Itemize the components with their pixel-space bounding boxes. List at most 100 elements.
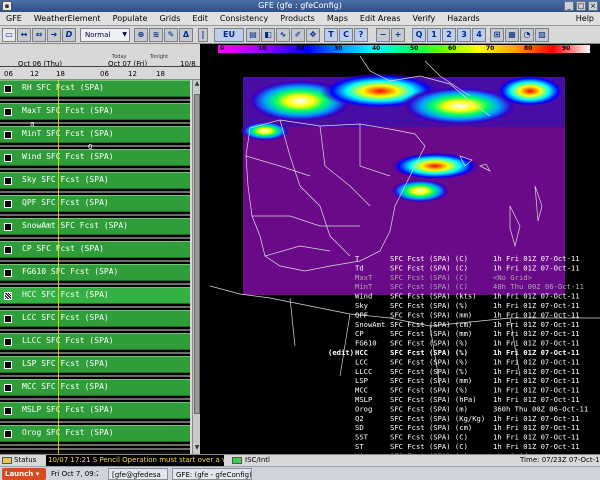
legend-element-name[interactable]: MCC	[355, 386, 368, 395]
legend-element-name[interactable]: MSLP	[355, 395, 372, 404]
task-gfe[interactable]: GFE: (gfe - gfeConfig)	[172, 468, 252, 480]
legend-element-time[interactable]: 1h Fri 01Z 07-Oct-11	[493, 301, 580, 310]
q-button[interactable]: Q	[412, 28, 426, 42]
element-checkbox[interactable]	[4, 223, 12, 231]
legend-element-name[interactable]: Sky	[355, 301, 369, 310]
element-checkbox[interactable]	[4, 384, 12, 392]
layout-3-button[interactable]: 3	[457, 28, 471, 42]
legend-element-desc[interactable]: SFC Fcst (SPA) (m)	[390, 404, 468, 413]
legend-element-name[interactable]: T	[355, 254, 360, 263]
element-checkbox[interactable]	[4, 407, 12, 415]
contour-tool-icon[interactable]: ≋	[149, 28, 163, 42]
legend-element-time[interactable]: 1h Fri 01Z 07-Oct-11	[493, 442, 580, 451]
menu-grids[interactable]: Grids	[153, 14, 186, 23]
layout-2-button[interactable]: 2	[442, 28, 456, 42]
menu-verify[interactable]: Verify	[407, 14, 442, 23]
legend-element-time[interactable]: 1h Fri 01Z 07-Oct-11	[493, 292, 580, 301]
eu-button[interactable]: EU	[214, 28, 244, 42]
element-checkbox[interactable]	[4, 131, 12, 139]
legend-element-name[interactable]: FG610	[355, 339, 377, 348]
menu-products[interactable]: Products	[274, 14, 321, 23]
pan-tool-icon[interactable]: ↔	[17, 28, 31, 42]
legend-element-time[interactable]: 1h Fri 01Z 07-Oct-11	[493, 433, 580, 442]
legend-element-time[interactable]: 48h Thu 00Z 06-Oct-11	[493, 282, 584, 291]
legend-element-name[interactable]: MinT	[355, 282, 373, 291]
weather-element-row[interactable]: Orog SFC Fcst (SPA)	[0, 425, 190, 442]
legend-element-desc[interactable]: SFC Fcst (SPA) (C)	[390, 282, 468, 291]
legend-element-name[interactable]: LCC	[355, 357, 368, 366]
time-scale[interactable]: Today Tonight Oct 06 (Thu) Oct 07 (Fri) …	[0, 44, 200, 80]
legend-element-name[interactable]: QPF	[355, 310, 368, 319]
time-cursor[interactable]	[58, 80, 59, 454]
element-checkbox[interactable]	[4, 85, 12, 93]
grid-marker[interactable]: 0	[88, 143, 92, 151]
weather-element-row[interactable]: QPF SFC Fcst (SPA)	[0, 195, 190, 212]
menu-maps[interactable]: Maps	[321, 14, 354, 23]
pencil-tool-icon[interactable]: ✎	[164, 28, 178, 42]
legend-element-desc[interactable]: SFC Fcst (SPA) (%)	[390, 357, 468, 366]
element-checkbox[interactable]	[4, 361, 12, 369]
menu-edit-areas[interactable]: Edit Areas	[354, 14, 407, 23]
maximize-icon[interactable]: □	[576, 1, 586, 11]
weather-element-row[interactable]: MSLP SFC Fcst (SPA)	[0, 402, 190, 419]
weather-element-row[interactable]: MinT SFC Fcst (SPA)	[0, 126, 190, 143]
legend-element-name[interactable]: ST	[355, 442, 364, 451]
d-button[interactable]: D	[62, 28, 76, 42]
status-label[interactable]: Status	[14, 455, 36, 466]
c-button[interactable]: C	[339, 28, 353, 42]
legend-element-name[interactable]: HCC	[355, 348, 368, 357]
menu-gfe[interactable]: GFE	[0, 14, 28, 23]
menu-hazards[interactable]: Hazards	[441, 14, 485, 23]
legend-element-desc[interactable]: SFC Fcst (SPA) (kts)	[390, 292, 477, 301]
element-checkbox[interactable]	[4, 315, 12, 323]
legend-element-desc[interactable]: SFC Fcst (SPA) (mm)	[390, 310, 472, 319]
legend-element-desc[interactable]: SFC Fcst (SPA) (C)	[390, 273, 468, 282]
legend-element-time[interactable]: 1h Fri 01Z 07-Oct-11	[493, 254, 580, 263]
legend-element-desc[interactable]: SFC Fcst (SPA) (%)	[390, 367, 468, 376]
weather-element-row[interactable]: LCC SFC Fcst (SPA)	[0, 310, 190, 327]
legend-element-time[interactable]: 1h Fri 01Z 07-Oct-11	[493, 423, 580, 432]
legend-element-desc[interactable]: SFC Fcst (SPA) (C)	[390, 433, 468, 442]
legend-element-time[interactable]: 1h Fri 01Z 07-Oct-11	[493, 339, 580, 348]
scrollbar-thumb[interactable]	[194, 94, 200, 414]
legend-element-name[interactable]: SD	[355, 423, 364, 432]
color-bar[interactable]: 0 10 20 30 40 50 60 70 80 90	[210, 44, 600, 56]
legend-element-desc[interactable]: SFC Fcst (SPA) (%)	[390, 301, 468, 310]
legend-element-time[interactable]: 1h Fri 01Z 07-Oct-11	[493, 357, 580, 366]
legend-element-time[interactable]: 1h Fri 01Z 07-Oct-11	[493, 376, 580, 385]
legend-element-name[interactable]: LLCC	[355, 367, 372, 376]
element-list-scrollbar[interactable]: ▲ ▼	[192, 80, 200, 454]
legend-element-desc[interactable]: SFC Fcst (SPA) (C)	[390, 442, 468, 451]
menu-consistency[interactable]: Consistency	[214, 14, 274, 23]
legend-element-time[interactable]: <No Grid>	[493, 273, 533, 282]
legend-element-name[interactable]: Orog	[355, 404, 372, 413]
legend-element-desc[interactable]: SFC Fcst (SPA) (%)	[390, 339, 468, 348]
mode-select[interactable]: Normal ▼	[80, 28, 130, 42]
legend-element-time[interactable]: 1h Fri 01Z 07-Oct-11	[493, 386, 580, 395]
legend-element-time[interactable]: 1h Fri 01Z 07-Oct-11	[493, 320, 580, 329]
plus-icon[interactable]: +	[391, 28, 405, 42]
legend-element-time[interactable]: 1h Fri 01Z 07-Oct-11	[493, 367, 580, 376]
weather-element-row[interactable]: SnowAmt SFC Fcst (SPA)	[0, 218, 190, 235]
task-terminal[interactable]: [gfe@gfedesa	[108, 468, 168, 480]
weather-element-row[interactable]: Wind SFC Fcst (SPA)	[0, 149, 190, 166]
map-display[interactable]: T SFC Fcst (SPA) (C) 1h Fri 01Z 07-Oct-11 T…	[210, 56, 600, 454]
legend-element-desc[interactable]: SFC Fcst (SPA) (mm)	[390, 329, 472, 338]
legend-element-desc[interactable]: SFC Fcst (SPA) (%)	[390, 348, 468, 357]
arrow-tool-icon[interactable]: ➜	[47, 28, 61, 42]
legend-element-name[interactable]: Q2	[355, 414, 364, 423]
element-grid-timeline[interactable]	[0, 442, 190, 452]
element-checkbox[interactable]	[4, 338, 12, 346]
weather-element-row[interactable]: MaxT SFC Fcst (SPA)	[0, 103, 190, 120]
weather-element-row[interactable]: FG610 SFC Fcst (SPA)	[0, 264, 190, 281]
legend-element-desc[interactable]: SFC Fcst (SPA) (mm)	[390, 376, 472, 385]
isc-label[interactable]: ISC/Intl	[245, 455, 270, 466]
grid-marker[interactable]: a	[30, 120, 34, 128]
weather-element-row[interactable]: LSP SFC Fcst (SPA)	[0, 356, 190, 373]
weather-element-row[interactable]: LLCC SFC Fcst (SPA)	[0, 333, 190, 350]
help-query-button[interactable]: ?	[354, 28, 368, 42]
weather-element-row[interactable]: RH SFC Fcst (SPA)	[0, 80, 190, 97]
layout-4-button[interactable]: 4	[472, 28, 486, 42]
legend-element-desc[interactable]: SFC Fcst (SPA) (cm)	[390, 320, 472, 329]
scroll-down-icon[interactable]: ▼	[193, 444, 201, 454]
